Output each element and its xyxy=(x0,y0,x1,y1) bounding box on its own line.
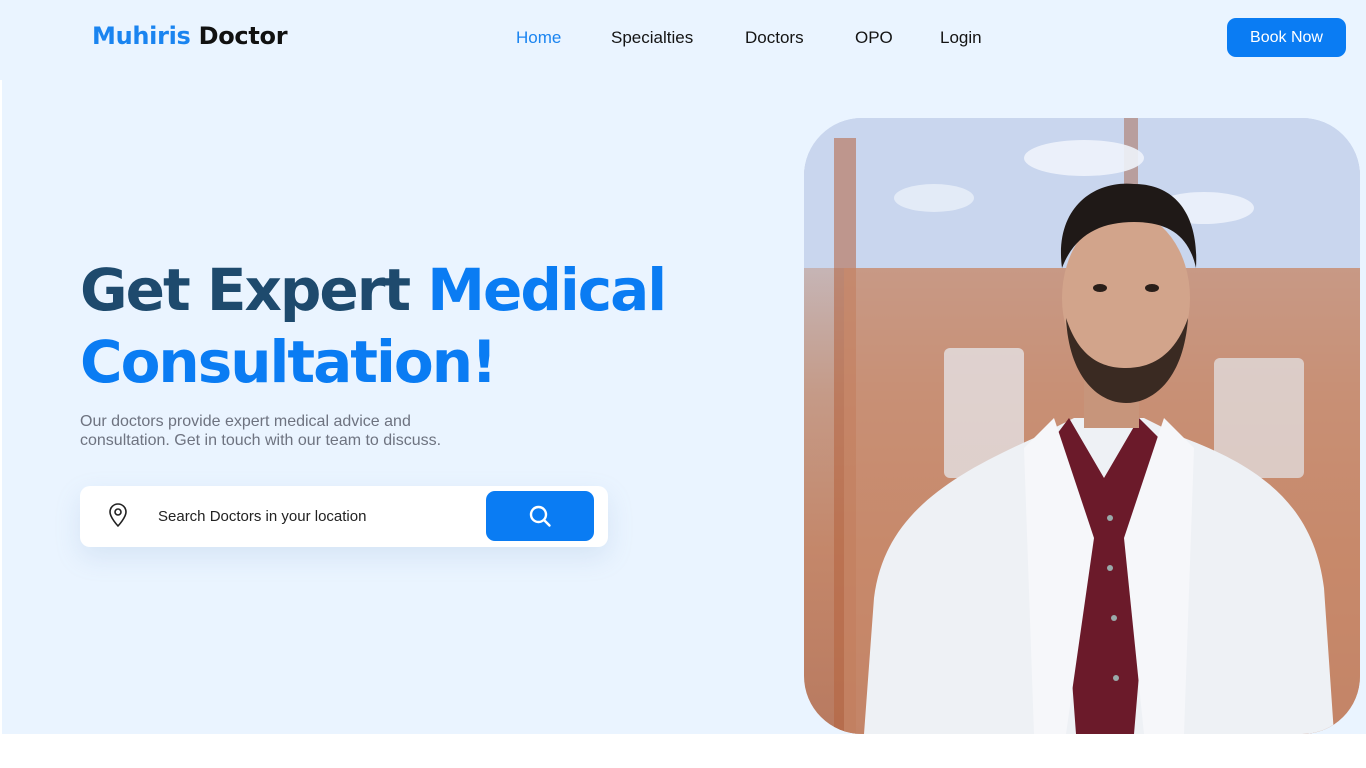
logo-brand: Muhiris xyxy=(92,22,191,50)
map-pin-icon xyxy=(106,502,130,528)
nav-opo[interactable]: OPO xyxy=(855,28,893,48)
logo-suffix: Doctor xyxy=(198,22,288,50)
nav-home[interactable]: Home xyxy=(516,28,561,48)
nav-doctors[interactable]: Doctors xyxy=(745,28,804,48)
headline-dark-text: Get Expert xyxy=(80,256,411,324)
doctor-portrait-image xyxy=(804,118,1360,734)
book-now-button[interactable]: Book Now xyxy=(1227,18,1346,57)
logo[interactable]: Muhiris Doctor xyxy=(92,22,288,50)
headline-accent-text: Medical xyxy=(427,256,667,324)
location-search-input[interactable] xyxy=(158,504,478,528)
nav-specialties[interactable]: Specialties xyxy=(611,28,693,48)
hero-headline: Get Expert Medical Consultation! xyxy=(80,254,700,398)
headline-accent-text-2: Consultation! xyxy=(80,328,497,396)
site-header: Muhiris Doctor Home Specialties Doctors … xyxy=(0,0,1366,80)
doctor-search-bar xyxy=(80,486,608,547)
hero-subtext: Our doctors provide expert medical advic… xyxy=(80,413,442,449)
search-icon xyxy=(529,505,551,527)
nav-login[interactable]: Login xyxy=(940,28,982,48)
search-button[interactable] xyxy=(486,491,594,541)
